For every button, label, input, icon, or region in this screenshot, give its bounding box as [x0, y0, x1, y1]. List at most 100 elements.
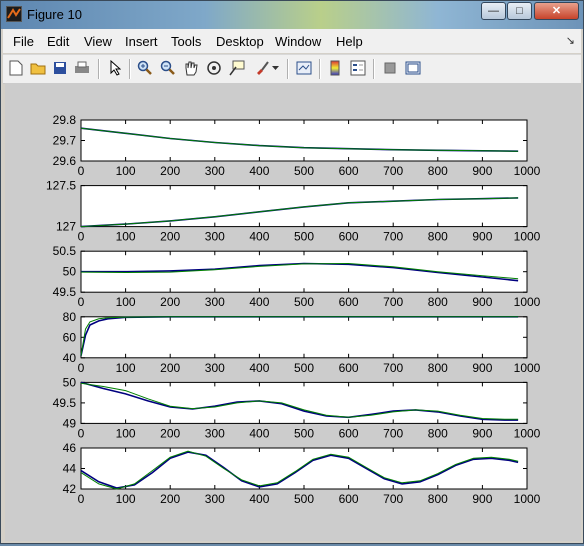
x-tick-label: 200: [160, 361, 180, 375]
x-tick-label: 700: [383, 492, 403, 506]
y-tick-label: 50: [63, 265, 77, 279]
x-tick-label: 0: [78, 295, 85, 309]
y-tick-label: 49.5: [53, 396, 77, 410]
x-tick-label: 300: [205, 164, 225, 178]
x-tick-label: 400: [249, 164, 269, 178]
x-tick-label: 700: [383, 361, 403, 375]
y-tick-label: 29.8: [53, 113, 77, 127]
x-tick-label: 700: [383, 295, 403, 309]
menu-tools[interactable]: Tools: [171, 34, 201, 49]
menu-window[interactable]: Window: [275, 34, 321, 49]
x-tick-label: 800: [428, 361, 448, 375]
hide-plot-tools-icon[interactable]: [381, 59, 399, 77]
link-plot-icon[interactable]: [295, 59, 313, 77]
print-icon[interactable]: [73, 59, 91, 77]
x-tick-label: 900: [472, 492, 492, 506]
subplot-axes-5[interactable]: 0 100 200 300 400 500 600 700 800 900 1000 49 49.5 50: [53, 375, 541, 440]
figure-window: Figure 10 — □ ✕ File Edit View Insert To…: [0, 0, 584, 544]
x-tick-label: 400: [249, 361, 269, 375]
menu-insert[interactable]: Insert: [125, 34, 158, 49]
toolbar-separator: [319, 59, 321, 79]
figure-canvas: 0 100 200 300 400 500 600 700 800 900 1000 29.6 29.7…: [5, 83, 581, 541]
brush-dropdown-icon[interactable]: [271, 59, 281, 77]
subplot-axes-4[interactable]: 0 100 200 300 400 500 600 700 800 900 1000 40 60 80: [63, 310, 541, 375]
x-tick-label: 800: [428, 492, 448, 506]
x-tick-label: 200: [160, 492, 180, 506]
menu-edit[interactable]: Edit: [47, 34, 69, 49]
axes-box: [80, 381, 528, 424]
x-tick-label: 500: [294, 426, 314, 440]
insert-legend-icon[interactable]: [349, 59, 367, 77]
close-button[interactable]: ✕: [534, 2, 579, 20]
x-tick-label: 400: [249, 426, 269, 440]
y-tick-label: 127.5: [46, 179, 76, 193]
y-tick-label: 50: [63, 375, 77, 389]
insert-colorbar-icon[interactable]: [326, 59, 344, 77]
edit-plot-arrow-icon[interactable]: [106, 59, 124, 77]
x-tick-label: 900: [472, 361, 492, 375]
x-tick-label: 100: [116, 426, 136, 440]
x-tick-label: 100: [116, 361, 136, 375]
x-tick-label: 1000: [514, 361, 541, 375]
x-tick-label: 500: [294, 361, 314, 375]
toolbar-separator: [373, 59, 375, 79]
x-tick-label: 300: [205, 492, 225, 506]
x-tick-label: 300: [205, 295, 225, 309]
x-tick-label: 600: [339, 164, 359, 178]
x-tick-label: 100: [116, 492, 136, 506]
menu-view[interactable]: View: [84, 34, 112, 49]
new-figure-icon[interactable]: [7, 59, 25, 77]
show-plot-tools-icon[interactable]: [404, 59, 422, 77]
menu-file[interactable]: File: [13, 34, 34, 49]
x-tick-label: 1000: [514, 492, 541, 506]
subplot-figure: 0 100 200 300 400 500 600 700 800 900 100029.629.7…: [46, 113, 541, 506]
subplot-axes-1[interactable]: 0 100 200 300 400 500 600 700 800 900 1000 29.6 29.7…: [53, 113, 541, 178]
x-tick-label: 300: [205, 361, 225, 375]
window-title: Figure 10: [27, 7, 82, 22]
x-tick-label: 1000: [514, 164, 541, 178]
pan-hand-icon[interactable]: [182, 59, 200, 77]
x-tick-label: 600: [339, 492, 359, 506]
x-tick-label: 100: [116, 295, 136, 309]
matlab-icon: [6, 6, 22, 22]
y-tick-label: 44: [63, 462, 77, 476]
x-tick-label: 700: [383, 230, 403, 244]
x-tick-label: 0: [78, 164, 85, 178]
x-tick-label: 800: [428, 230, 448, 244]
x-tick-label: 300: [205, 230, 225, 244]
x-tick-label: 0: [78, 426, 85, 440]
subplot-axes-3[interactable]: 0 100 200 300 400 500 600 700 800 900 1000 49.5 50 50…: [53, 244, 541, 309]
x-tick-label: 1000: [514, 230, 541, 244]
menu-help[interactable]: Help: [336, 34, 363, 49]
x-tick-label: 900: [472, 295, 492, 309]
axes-box: [80, 447, 528, 490]
toolbar-separator: [98, 59, 100, 79]
x-tick-label: 800: [428, 164, 448, 178]
x-tick-label: 800: [428, 426, 448, 440]
maximize-button[interactable]: □: [507, 2, 532, 20]
y-tick-label: 49: [63, 416, 77, 430]
open-file-icon[interactable]: [29, 59, 47, 77]
y-tick-label: 80: [63, 310, 77, 324]
toolbar-separator: [287, 59, 289, 79]
x-tick-label: 1000: [514, 426, 541, 440]
zoom-in-icon[interactable]: [136, 59, 154, 77]
brush-icon[interactable]: [253, 59, 271, 77]
title-bar[interactable]: Figure 10 — □ ✕: [1, 1, 583, 29]
zoom-out-icon[interactable]: [159, 59, 177, 77]
x-tick-label: 500: [294, 295, 314, 309]
dock-arrow-icon[interactable]: ↘: [566, 34, 575, 47]
y-tick-label: 42: [63, 482, 77, 496]
toolbar-separator: [129, 59, 131, 79]
menu-desktop[interactable]: Desktop: [216, 34, 264, 49]
y-tick-label: 40: [63, 351, 77, 365]
subplot-axes-2[interactable]: 0 100 200 300 400 500 600 700 800 900 1000 127 127.5: [46, 179, 541, 244]
x-tick-label: 200: [160, 295, 180, 309]
x-tick-label: 800: [428, 295, 448, 309]
minimize-button[interactable]: —: [481, 2, 506, 20]
save-icon[interactable]: [51, 59, 69, 77]
data-cursor-icon[interactable]: [228, 59, 246, 77]
subplot-axes-6[interactable]: 0 100 200 300 400 500 600 700 800 900 1000 42 44 46: [63, 441, 541, 506]
x-tick-label: 900: [472, 230, 492, 244]
rotate-3d-icon[interactable]: [205, 59, 223, 77]
